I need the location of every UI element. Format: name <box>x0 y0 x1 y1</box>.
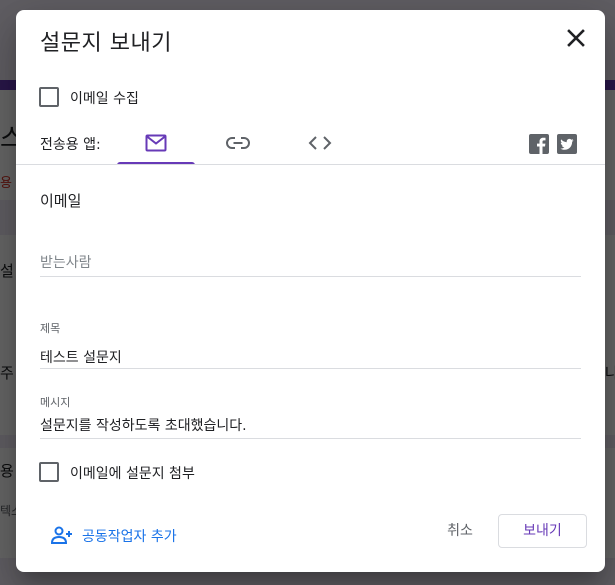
mail-icon <box>145 134 167 152</box>
subject-value: 테스트 설문지 <box>40 350 122 366</box>
subject-field[interactable]: 제목 테스트 설문지 <box>40 318 581 369</box>
facebook-share-button[interactable] <box>529 134 549 154</box>
recipients-placeholder: 받는사람 <box>40 255 92 271</box>
twitter-icon <box>560 138 574 150</box>
close-button[interactable] <box>564 26 588 50</box>
include-form-checkbox[interactable] <box>39 462 59 482</box>
twitter-share-button[interactable] <box>557 134 577 154</box>
link-icon <box>226 137 250 149</box>
include-form-label: 이메일에 설문지 첨부 <box>70 466 195 482</box>
collect-email-label: 이메일 수집 <box>70 91 139 107</box>
close-icon <box>567 29 585 47</box>
tab-embed[interactable] <box>281 127 359 165</box>
send-via-label: 전송용 앱: <box>40 137 101 153</box>
subject-label: 제목 <box>40 322 61 335</box>
embed-code-icon <box>308 136 332 150</box>
tabs-divider <box>16 164 605 165</box>
message-value: 설문지를 작성하도록 초대했습니다. <box>40 418 247 434</box>
add-collaborators-label: 공동작업자 추가 <box>82 529 177 545</box>
tab-email[interactable] <box>117 127 195 165</box>
tab-link[interactable] <box>199 127 277 165</box>
section-title-email: 이메일 <box>40 192 82 210</box>
facebook-icon <box>537 137 546 154</box>
add-person-icon <box>50 526 72 544</box>
message-field[interactable]: 메시지 설문지를 작성하도록 초대했습니다. <box>40 392 581 439</box>
recipients-field[interactable]: 받는사람 <box>40 246 581 277</box>
send-form-dialog: 설문지 보내기 이메일 수집 전송용 앱: 이메일 받는사람 제목 테스트 설문… <box>16 10 605 572</box>
send-button[interactable]: 보내기 <box>498 514 587 548</box>
dialog-title: 설문지 보내기 <box>40 31 172 56</box>
collect-email-checkbox[interactable] <box>39 87 59 107</box>
cancel-button[interactable]: 취소 <box>434 520 486 544</box>
message-label: 메시지 <box>40 396 71 409</box>
